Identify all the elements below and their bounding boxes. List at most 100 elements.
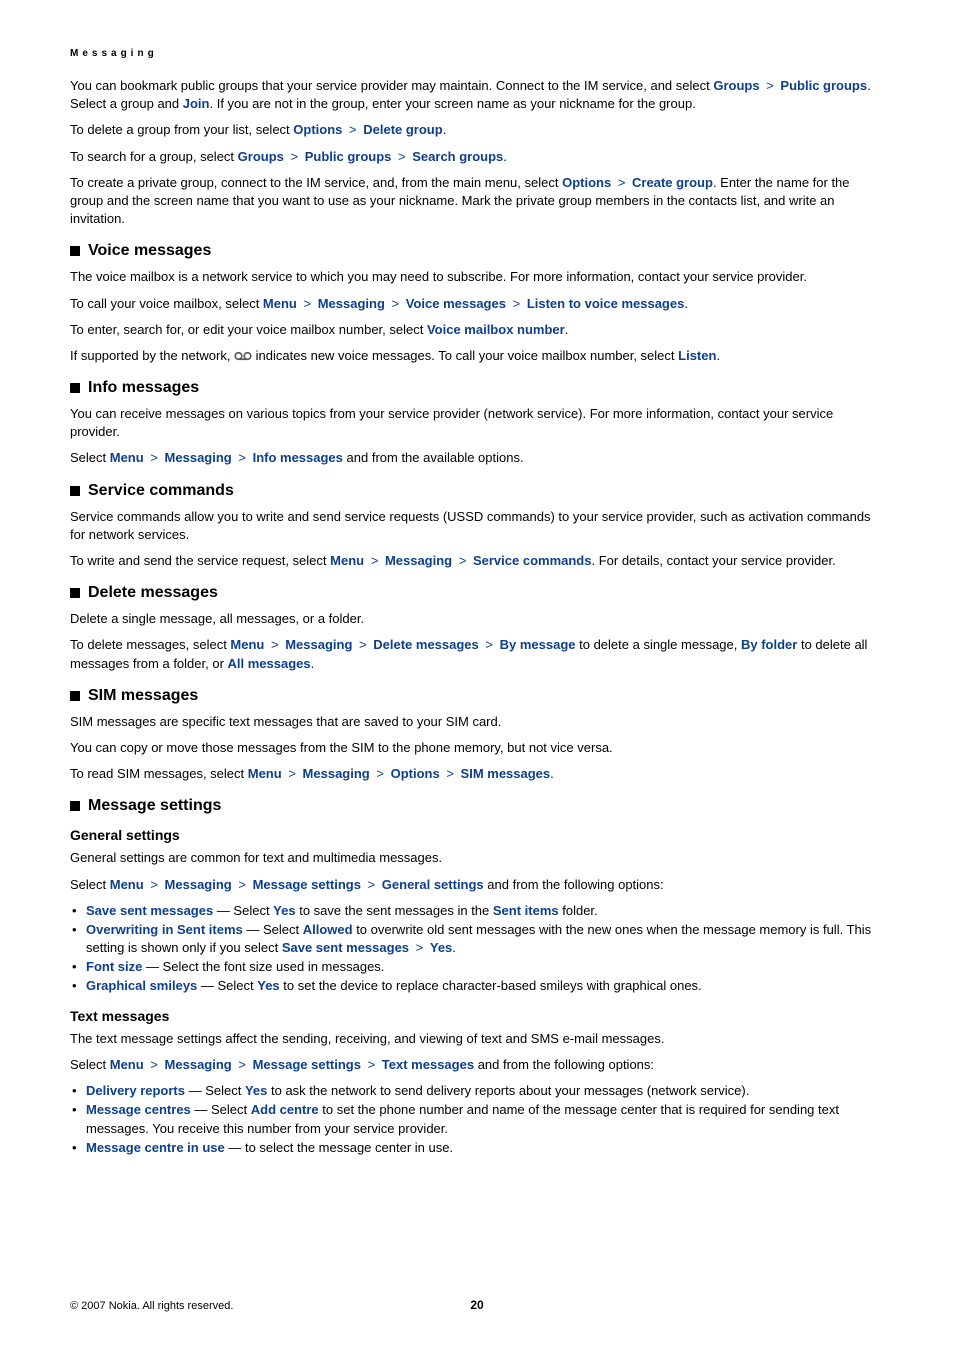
separator-icon: > — [395, 148, 409, 166]
bullet-list-text: Delivery reports — Select Yes to ask the… — [70, 1082, 884, 1157]
link-messaging: Messaging — [165, 1057, 232, 1072]
paragraph: If supported by the network, indicates n… — [70, 347, 884, 365]
link-service-commands: Service commands — [473, 553, 592, 568]
separator-icon: > — [147, 876, 161, 894]
separator-icon: > — [368, 552, 382, 570]
list-item: Message centre in use — to select the me… — [70, 1139, 884, 1158]
link-yes: Yes — [273, 903, 295, 918]
text: To call your voice mailbox, select — [70, 296, 263, 311]
separator-icon: > — [235, 449, 249, 467]
text: . If you are not in the group, enter you… — [209, 96, 695, 111]
separator-icon: > — [482, 636, 496, 654]
link-save-sent: Save sent messages — [282, 940, 409, 955]
link-listen-to: Listen to voice messages — [527, 296, 685, 311]
separator-icon: > — [615, 174, 629, 192]
text: — Select the font size used in messages. — [142, 959, 384, 974]
subheading-general: General settings — [70, 827, 884, 843]
text: To delete messages, select — [70, 637, 230, 652]
separator-icon: > — [763, 77, 777, 95]
separator-icon: > — [365, 876, 379, 894]
paragraph: Delete a single message, all messages, o… — [70, 610, 884, 628]
text: — Select — [185, 1083, 245, 1098]
text: — Select — [213, 903, 273, 918]
text: You can bookmark public groups that your… — [70, 78, 713, 93]
link-menu: Menu — [330, 553, 364, 568]
link-text-messages: Text messages — [382, 1057, 474, 1072]
link-public-groups: Public groups — [780, 78, 867, 93]
link-info-messages: Info messages — [253, 450, 343, 465]
link-message-settings: Message settings — [253, 1057, 361, 1072]
paragraph: Select Menu > Messaging > Info messages … — [70, 449, 884, 467]
link-create-group: Create group — [632, 175, 713, 190]
list-item: Font size — Select the font size used in… — [70, 958, 884, 977]
paragraph: SIM messages are specific text messages … — [70, 713, 884, 731]
link-voice-mailbox-number: Voice mailbox number — [427, 322, 565, 337]
link-options: Options — [293, 122, 342, 137]
separator-icon: > — [285, 765, 299, 783]
section-delete-messages: Delete messages Delete a single message,… — [70, 584, 884, 673]
section-voice-messages: Voice messages The voice mailbox is a ne… — [70, 242, 884, 365]
paragraph: To read SIM messages, select Menu > Mess… — [70, 765, 884, 783]
paragraph: Select Menu > Messaging > Message settin… — [70, 876, 884, 894]
separator-icon: > — [389, 295, 403, 313]
link-yes: Yes — [430, 940, 452, 955]
text: and from the available options. — [347, 450, 524, 465]
link-messaging: Messaging — [385, 553, 452, 568]
link-messaging: Messaging — [285, 637, 352, 652]
separator-icon: > — [301, 295, 315, 313]
text: — Select — [243, 922, 303, 937]
heading-text: Delete messages — [88, 584, 218, 602]
link-messaging: Messaging — [165, 877, 232, 892]
text: and from the following options: — [478, 1057, 654, 1072]
link-delete-messages: Delete messages — [373, 637, 479, 652]
link-yes: Yes — [257, 978, 279, 993]
separator-icon: > — [443, 765, 457, 783]
link-search-groups: Search groups — [412, 149, 503, 164]
paragraph: The text message settings affect the sen… — [70, 1030, 884, 1048]
link-general-settings: General settings — [382, 877, 484, 892]
heading-text: Message settings — [88, 797, 221, 815]
option-label: Overwriting in Sent items — [86, 922, 243, 937]
separator-icon: > — [268, 636, 282, 654]
separator-icon: > — [235, 876, 249, 894]
link-voice-messages: Voice messages — [406, 296, 506, 311]
link-groups: Groups — [713, 78, 759, 93]
text: Select — [70, 450, 110, 465]
option-label: Delivery reports — [86, 1083, 185, 1098]
link-public-groups: Public groups — [305, 149, 392, 164]
text: — Select — [191, 1102, 251, 1117]
link-listen: Listen — [678, 348, 716, 363]
heading-text: Info messages — [88, 379, 199, 397]
separator-icon: > — [456, 552, 470, 570]
link-messaging: Messaging — [165, 450, 232, 465]
square-bullet-icon — [70, 383, 80, 393]
text: If supported by the network, — [70, 348, 234, 363]
paragraph: You can receive messages on various topi… — [70, 405, 884, 441]
text: and from the following options: — [487, 877, 663, 892]
document-page: Messaging You can bookmark public groups… — [0, 0, 954, 1350]
link-add-centre: Add centre — [251, 1102, 319, 1117]
paragraph: You can copy or move those messages from… — [70, 739, 884, 757]
list-item: Save sent messages — Select Yes to save … — [70, 902, 884, 921]
paragraph: Select Menu > Messaging > Message settin… — [70, 1056, 884, 1074]
text: indicates new voice messages. To call yo… — [256, 348, 678, 363]
voicemail-icon — [234, 350, 252, 362]
option-label: Font size — [86, 959, 142, 974]
paragraph: The voice mailbox is a network service t… — [70, 268, 884, 286]
square-bullet-icon — [70, 588, 80, 598]
text: folder. — [559, 903, 598, 918]
text: To create a private group, connect to th… — [70, 175, 562, 190]
section-sim-messages: SIM messages SIM messages are specific t… — [70, 687, 884, 784]
page-header: Messaging — [70, 48, 884, 59]
text: to save the sent messages in the — [296, 903, 493, 918]
link-sent-items: Sent items — [493, 903, 559, 918]
separator-icon: > — [147, 1056, 161, 1074]
paragraph: General settings are common for text and… — [70, 849, 884, 867]
separator-icon: > — [356, 636, 370, 654]
link-menu: Menu — [110, 1057, 144, 1072]
section-service-commands: Service commands Service commands allow … — [70, 482, 884, 571]
text: To enter, search for, or edit your voice… — [70, 322, 427, 337]
link-messaging: Messaging — [303, 766, 370, 781]
paragraph: To write and send the service request, s… — [70, 552, 884, 570]
separator-icon: > — [413, 939, 427, 958]
